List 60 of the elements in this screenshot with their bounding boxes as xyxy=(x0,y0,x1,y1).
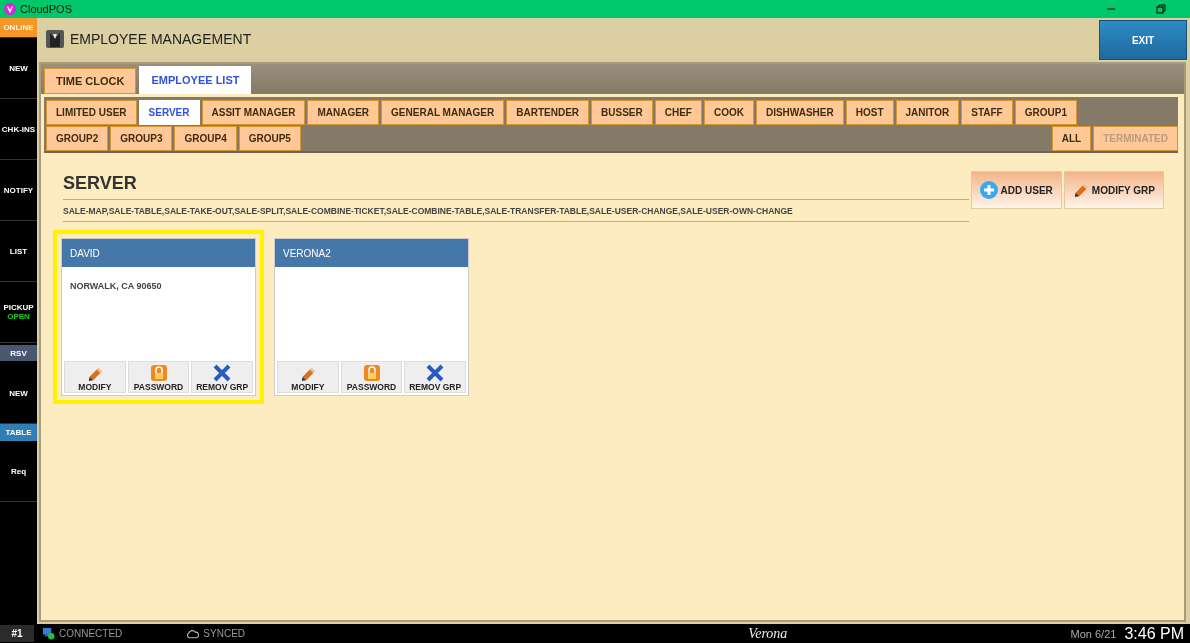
pencil-icon xyxy=(299,366,316,382)
tuxedo-icon xyxy=(46,30,64,48)
page-title: EMPLOYEE MANAGEMENT xyxy=(70,31,252,47)
card-action-button[interactable]: MODIFY xyxy=(64,361,126,393)
sync-status: SYNCED xyxy=(203,628,246,639)
lock-icon xyxy=(149,364,168,382)
app-icon xyxy=(4,3,16,15)
add-user-button[interactable]: ADD USER xyxy=(970,171,1062,209)
exit-button[interactable]: EXIT xyxy=(1099,20,1187,60)
group-tab[interactable]: GROUP4 xyxy=(174,126,237,151)
group-tab[interactable]: GROUP2 xyxy=(46,126,109,151)
employee-card[interactable]: DAVID NORWALK, CA 90650 MODIFY PASSWORD REMOV GRP xyxy=(61,238,256,396)
permissions-text: SALE-MAP,SALE-TABLE,SALE-TAKE-OUT,SALE-SPLIT,SALE-COMBINE-TICKET,SALE-COMBINE-TABLE,SALE-TRANSFER-TABLE,SALE-USER-CHANGE,SALE-USER-OWN-CHANGE xyxy=(63,200,969,222)
group-tab[interactable]: MANAGER xyxy=(307,100,380,125)
group-tab[interactable]: GENERAL MANAGER xyxy=(381,100,505,125)
group-title: SERVER xyxy=(63,171,969,200)
connection-status: CONNECTED xyxy=(59,628,123,639)
group-tab[interactable]: BUSSER xyxy=(591,100,653,125)
card-action-button[interactable]: REMOV GRP xyxy=(404,361,466,393)
group-tab[interactable]: HOST xyxy=(845,100,894,125)
window-title: CloudPOS xyxy=(20,3,72,15)
group-tab[interactable]: SERVER xyxy=(138,100,200,125)
filter-tab[interactable]: ALL xyxy=(1051,126,1092,151)
group-tab[interactable]: ASSIT MANAGER xyxy=(201,100,306,125)
card-action-button[interactable]: MODIFY xyxy=(277,361,339,393)
card-action-button[interactable]: PASSWORD xyxy=(340,361,403,393)
x-icon xyxy=(426,364,445,382)
group-tab[interactable]: GROUP5 xyxy=(238,126,301,151)
x-icon xyxy=(213,364,232,382)
employee-name: DAVID xyxy=(62,239,255,267)
lock-icon xyxy=(362,364,381,382)
group-tab[interactable]: STAFF xyxy=(961,100,1013,125)
sidebar-item[interactable]: RSV xyxy=(0,345,37,361)
tab[interactable]: EMPLOYEE LIST xyxy=(139,66,252,94)
employee-name: VERONA2 xyxy=(275,239,468,267)
terminal-number: #1 xyxy=(0,625,34,642)
group-tab[interactable]: COOK xyxy=(703,100,754,125)
card-action-button[interactable]: REMOV GRP xyxy=(191,361,253,393)
date-text: Mon 6/21 xyxy=(1070,627,1117,640)
card-action-button[interactable]: PASSWORD xyxy=(127,361,190,393)
plus-icon xyxy=(979,181,998,199)
group-tab[interactable]: GROUP1 xyxy=(1014,100,1077,125)
employee-address: NORWALK, CA 90650 xyxy=(70,281,162,291)
tab[interactable]: TIME CLOCK xyxy=(44,68,137,94)
restore-icon[interactable] xyxy=(1156,4,1166,14)
group-tab[interactable]: GROUP3 xyxy=(110,126,173,151)
time-text: 3:46 PM xyxy=(1124,624,1184,643)
group-tab[interactable]: LIMITED USER xyxy=(46,100,137,125)
group-tab[interactable]: JANITOR xyxy=(895,100,960,125)
sidebar-item[interactable]: TABLE xyxy=(0,424,37,441)
modify-group-button[interactable]: MODIFY GRP xyxy=(1063,171,1164,209)
store-name: Verona xyxy=(748,625,788,642)
network-icon xyxy=(42,627,55,640)
cloud-icon xyxy=(186,628,200,639)
pencil-icon xyxy=(86,366,103,382)
pencil-icon xyxy=(1072,182,1089,198)
group-tab[interactable]: CHEF xyxy=(654,100,702,125)
group-tab[interactable]: BARTENDER xyxy=(506,100,590,125)
group-tab[interactable]: DISHWASHER xyxy=(755,100,844,125)
employee-card[interactable]: VERONA2 MODIFY PASSWORD REMOV GRP xyxy=(274,238,469,396)
